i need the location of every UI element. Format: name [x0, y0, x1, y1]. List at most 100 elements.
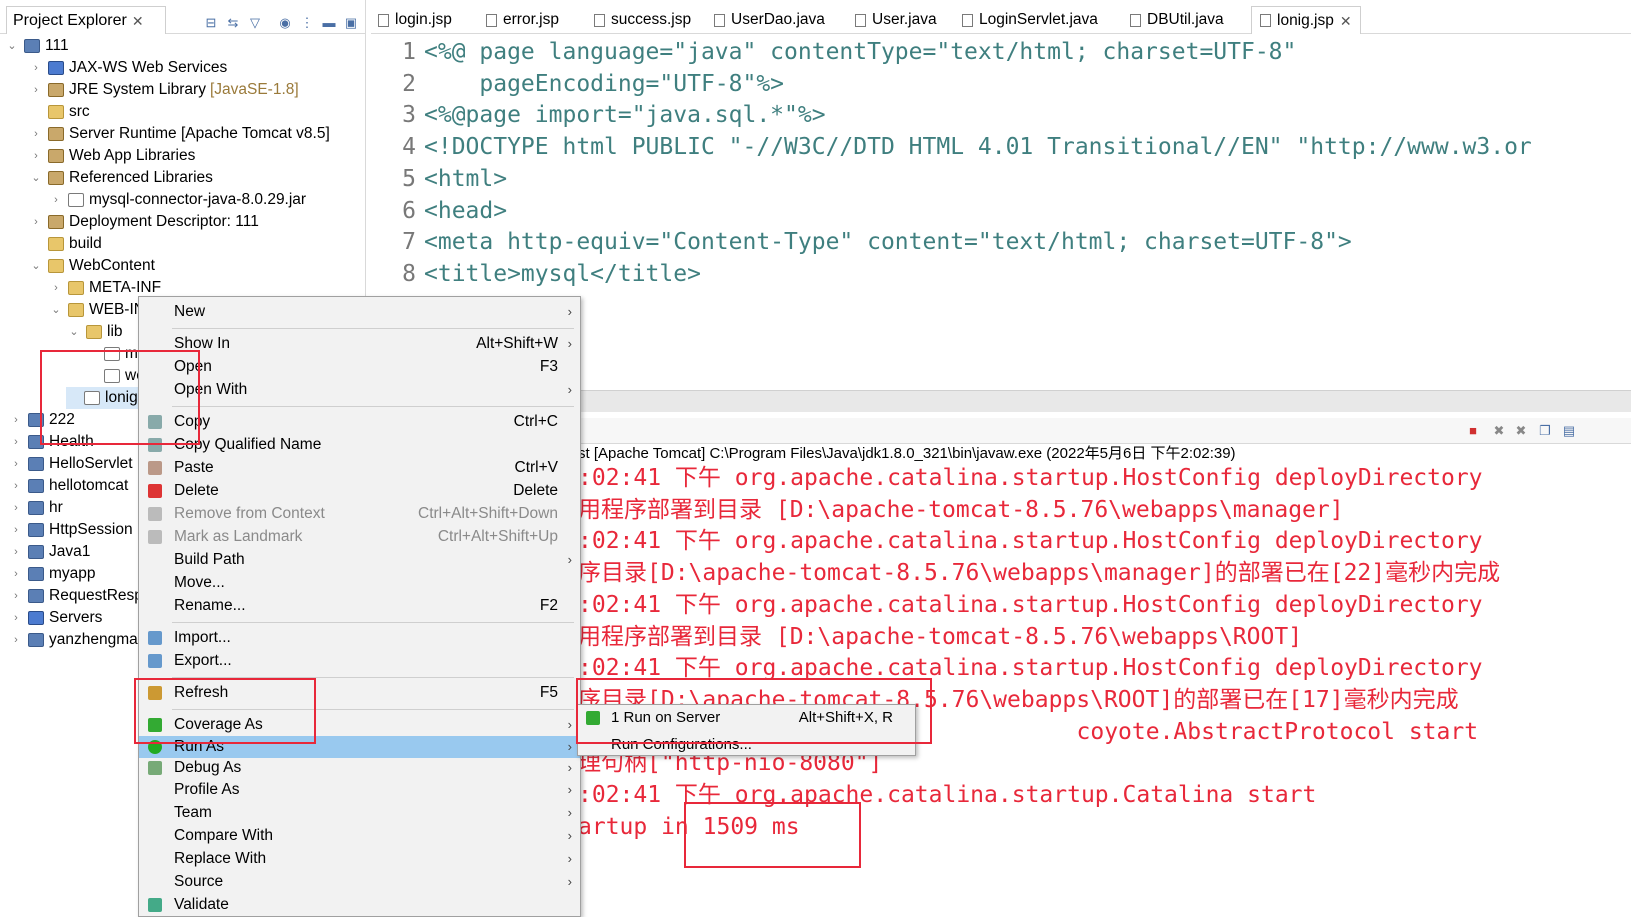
menu-item-validate[interactable]: Validate	[139, 894, 580, 916]
tree-item[interactable]: › HelloServlet	[10, 453, 132, 475]
focus-icon[interactable]: ◉	[278, 16, 292, 30]
editor-tab[interactable]: error.jsp	[486, 6, 559, 34]
tree-item[interactable]: › HttpSession	[10, 519, 132, 541]
chevron-right-icon[interactable]: ›	[50, 189, 62, 211]
tree-item[interactable]: ⌄ lib	[68, 321, 122, 343]
menu-item-compare-with[interactable]: Compare With ›	[139, 825, 580, 847]
chevron-right-icon[interactable]: ›	[30, 57, 42, 79]
chevron-right-icon[interactable]: ›	[30, 123, 42, 145]
delete-icon	[148, 484, 162, 498]
editor-tab[interactable]: lonig.jsp ✕	[1251, 6, 1361, 34]
menu-item-copy[interactable]: Copy Ctrl+C	[139, 411, 580, 433]
chevron-right-icon[interactable]: ›	[50, 277, 62, 299]
chevron-right-icon[interactable]: ›	[10, 409, 22, 431]
menu-item-build-path[interactable]: Build Path ›	[139, 549, 580, 571]
tree-item[interactable]: ⌄ 111	[6, 35, 68, 57]
library-icon	[48, 171, 64, 185]
tree-item[interactable]: › JRE System Library [JavaSE-1.8]	[30, 79, 299, 101]
scrollbar[interactable]	[578, 390, 1631, 412]
code-editor[interactable]: 1 <%@ page language="java" contentType="t…	[380, 36, 1631, 296]
menu-item-show-in[interactable]: Show In Alt+Shift+W ›	[139, 333, 580, 355]
link-with-editor-icon[interactable]: ⇆	[226, 16, 240, 30]
tree-item[interactable]: › mysql-connector-java-8.0.29.jar	[50, 189, 306, 211]
tree-item[interactable]: › Java1	[10, 541, 90, 563]
chevron-right-icon[interactable]: ›	[30, 211, 42, 233]
tree-item[interactable]: › myapp	[10, 563, 95, 585]
menu-item-new[interactable]: New ›	[139, 301, 580, 323]
editor-tab[interactable]: DBUtil.java	[1130, 6, 1224, 34]
tree-item[interactable]: › yanzhengma	[10, 629, 138, 651]
minimize-icon[interactable]: ▬	[322, 16, 336, 30]
tree-item[interactable]: › hr	[10, 497, 63, 519]
tree-item[interactable]: › Servers	[10, 607, 102, 629]
menu-item-source[interactable]: Source ›	[139, 871, 580, 893]
tree-item[interactable]: ⌄ Referenced Libraries	[30, 167, 213, 189]
tree-item[interactable]: build	[30, 233, 102, 255]
chevron-down-icon[interactable]: ⌄	[50, 299, 62, 321]
tree-item[interactable]: ⌄ WebContent	[30, 255, 155, 277]
editor-tab[interactable]: login.jsp	[378, 6, 452, 34]
terminate-icon[interactable]: ■	[1466, 424, 1480, 438]
menu-separator	[172, 328, 574, 329]
tree-item[interactable]: › Web App Libraries	[30, 145, 195, 167]
chevron-right-icon[interactable]: ›	[10, 497, 22, 519]
chevron-down-icon[interactable]: ⌄	[30, 255, 42, 277]
chevron-down-icon[interactable]: ⌄	[6, 35, 18, 57]
menu-item-import[interactable]: Import...	[139, 627, 580, 649]
menu-item-export[interactable]: Export...	[139, 650, 580, 672]
menu-item-team[interactable]: Team ›	[139, 802, 580, 824]
chevron-right-icon[interactable]: ›	[30, 145, 42, 167]
folder-icon	[68, 303, 84, 317]
editor-tab[interactable]: User.java	[855, 6, 937, 34]
tree-item[interactable]: › JAX-WS Web Services	[30, 57, 227, 79]
menu-item-delete[interactable]: Delete Delete	[139, 480, 580, 502]
editor-tab[interactable]: LoginServlet.java	[962, 6, 1098, 34]
tree-item-label: Servers	[49, 609, 103, 626]
editor-tab[interactable]: UserDao.java	[714, 6, 825, 34]
menu-item-mark-as-landmark[interactable]: Mark as Landmark Ctrl+Alt+Shift+Up	[139, 526, 580, 548]
chevron-down-icon[interactable]: ⌄	[68, 321, 80, 343]
close-icon[interactable]: ✕	[132, 7, 144, 35]
tree-item[interactable]: › hellotomcat	[10, 475, 128, 497]
tree-item[interactable]: src	[30, 101, 90, 123]
maximize-icon[interactable]: ▣	[344, 16, 358, 30]
code-line: 7 <meta http-equiv="Content-Type" content…	[380, 226, 1352, 258]
project-explorer-tab[interactable]: Project Explorer ✕	[6, 6, 166, 34]
menu-item-debug-as[interactable]: Debug As ›	[139, 757, 580, 779]
filter-icon[interactable]: ▽	[248, 16, 262, 30]
menu-item-profile-as[interactable]: Profile As ›	[139, 779, 580, 801]
tree-item[interactable]: › Server Runtime [Apache Tomcat v8.5]	[30, 123, 330, 145]
close-icon[interactable]: ✕	[1340, 7, 1352, 35]
chevron-right-icon[interactable]: ›	[10, 629, 22, 651]
chevron-right-icon[interactable]: ›	[30, 79, 42, 101]
menu-item-remove-from-context[interactable]: Remove from Context Ctrl+Alt+Shift+Down	[139, 503, 580, 525]
menu-item-copy-qualified-name[interactable]: Copy Qualified Name	[139, 434, 580, 456]
menu-item-paste[interactable]: Paste Ctrl+V	[139, 457, 580, 479]
chevron-right-icon[interactable]: ›	[10, 453, 22, 475]
menu-item-open-with[interactable]: Open With ›	[139, 379, 580, 401]
chevron-right-icon[interactable]: ›	[10, 541, 22, 563]
chevron-right-icon[interactable]: ›	[10, 585, 22, 607]
tree-item[interactable]: ⌄ WEB-IN	[50, 299, 145, 321]
menu-item-move[interactable]: Move...	[139, 572, 580, 594]
menu-item-label: Debug As	[174, 759, 242, 776]
collapse-all-icon[interactable]: ⊟	[204, 16, 218, 30]
tree-item[interactable]: › Deployment Descriptor: 111	[30, 211, 259, 233]
editor-tab[interactable]: success.jsp	[594, 6, 691, 34]
chevron-right-icon[interactable]: ›	[10, 475, 22, 497]
editor-tab-label: error.jsp	[503, 11, 559, 28]
chevron-right-icon[interactable]: ›	[10, 607, 22, 629]
chevron-right-icon[interactable]: ›	[10, 563, 22, 585]
view-menu-icon[interactable]: ⋮	[300, 16, 314, 30]
console-copy-icon[interactable]: ❐	[1538, 424, 1552, 438]
menu-item-rename[interactable]: Rename... F2	[139, 595, 580, 617]
remove-all-icon[interactable]: ✖	[1514, 424, 1528, 438]
menu-item-replace-with[interactable]: Replace With ›	[139, 848, 580, 870]
console-scroll-lock-icon[interactable]: ▤	[1562, 424, 1576, 438]
tree-item[interactable]: › RequestResp	[10, 585, 143, 607]
menu-item-open[interactable]: Open F3	[139, 356, 580, 378]
chevron-down-icon[interactable]: ⌄	[30, 167, 42, 189]
chevron-right-icon[interactable]: ›	[10, 431, 22, 453]
remove-launch-icon[interactable]: ✖	[1492, 424, 1506, 438]
chevron-right-icon[interactable]: ›	[10, 519, 22, 541]
